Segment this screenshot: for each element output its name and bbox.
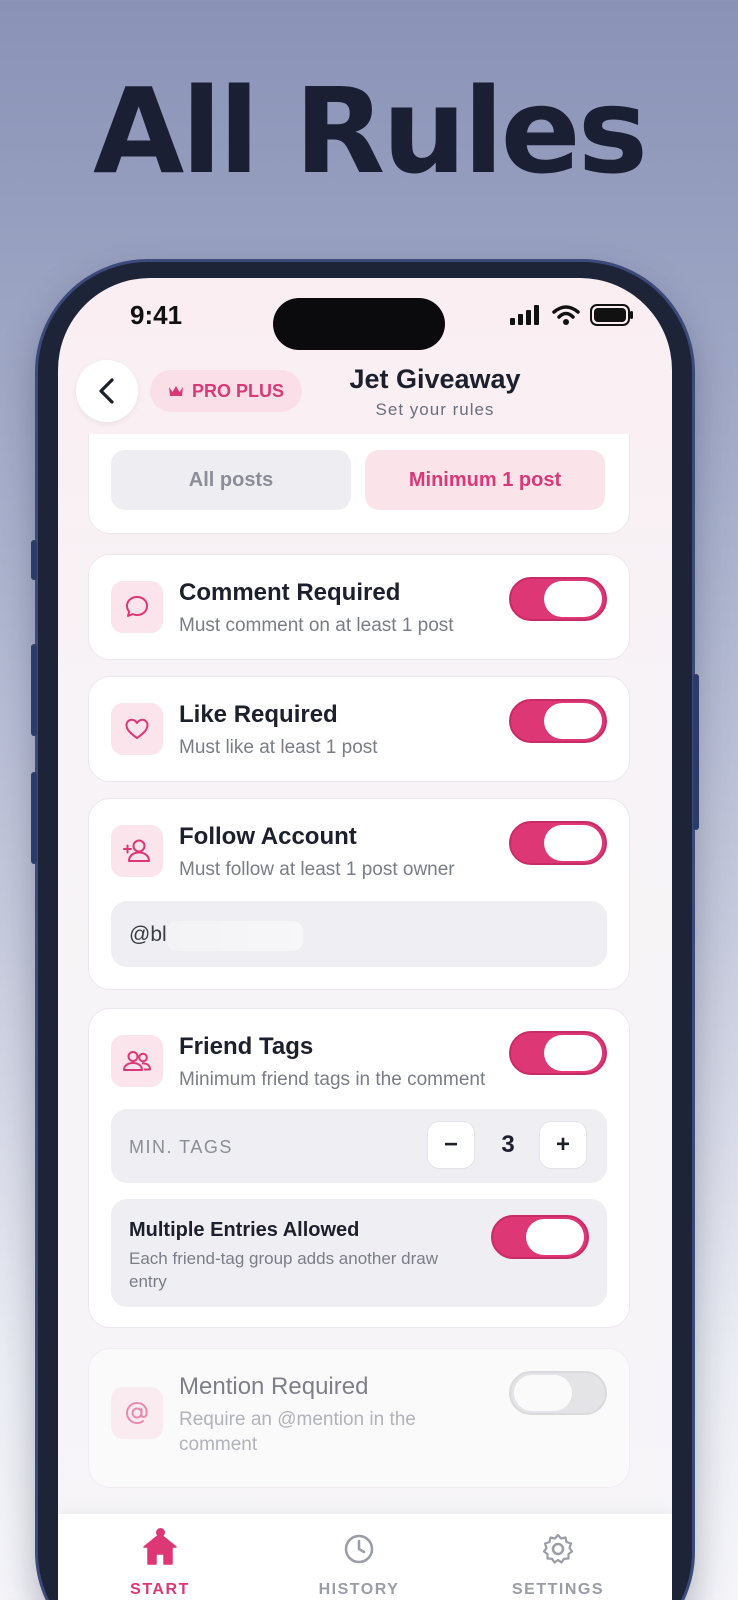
all-posts-option[interactable]: All posts [111, 450, 351, 510]
rule-description: Require an @mention in the comment [179, 1409, 416, 1455]
toggle-knob [544, 703, 602, 739]
min-tags-label: MIN. TAGS [129, 1137, 233, 1157]
nav-start-label: START [130, 1581, 190, 1598]
rule-title: Friend Tags [179, 1033, 314, 1060]
power-button [693, 674, 699, 830]
friend-tags-card: Friend Tags Minimum friend tags in the c… [88, 1008, 630, 1328]
decrement-button[interactable]: − [427, 1121, 475, 1169]
follow-account-card: Follow Account Must follow at least 1 po… [88, 798, 630, 990]
volume-down-button [31, 772, 37, 864]
gear-icon [542, 1533, 574, 1564]
user-plus-icon [123, 839, 150, 862]
comment-icon [126, 596, 148, 617]
page-title: Jet Giveaway [349, 364, 521, 394]
crown-icon [169, 386, 183, 396]
pro-plus-label: PRO PLUS [192, 380, 285, 401]
minimum-1-post-option[interactable]: Minimum 1 post [365, 450, 605, 510]
status-time: 9:41 [130, 300, 183, 330]
wifi-icon [552, 305, 580, 325]
multiple-entries-title: Multiple Entries Allowed [129, 1219, 360, 1241]
min-tags-stepper: MIN. TAGS − 3 + [111, 1109, 607, 1183]
cellular-signal-icon [510, 305, 539, 325]
rule-title: Mention Required [179, 1373, 369, 1400]
users-icon [123, 1051, 151, 1071]
rule-description: Must like at least 1 post [179, 737, 378, 758]
like-required-card: Like Required Must like at least 1 post [88, 676, 630, 782]
account-handle-input[interactable]: @bl [111, 901, 607, 967]
account-handle-value: @bl [129, 923, 167, 946]
comment-icon-box [111, 581, 163, 633]
home-icon [143, 1533, 177, 1565]
page-subtitle: Set your rules [375, 400, 495, 419]
toggle-knob [544, 1035, 602, 1071]
toggle-knob [526, 1219, 584, 1255]
increment-button[interactable]: + [539, 1121, 587, 1169]
like-required-toggle[interactable] [509, 699, 607, 743]
users-icon-box [111, 1035, 163, 1087]
user-plus-icon-box [111, 825, 163, 877]
battery-icon [590, 304, 633, 326]
mention-required-card: Mention Required Require an @mention in … [88, 1348, 630, 1488]
nav-history[interactable]: HISTORY [289, 1532, 429, 1599]
phone-frame: 9:41 PRO PLUS Jet Giveaway Set your rule… [31, 262, 699, 1600]
heart-icon [125, 718, 149, 739]
comment-required-card: Comment Required Must comment on at leas… [88, 554, 630, 660]
at-icon-box [111, 1387, 163, 1439]
rule-title: Follow Account [179, 823, 357, 850]
follow-account-toggle[interactable] [509, 821, 607, 865]
back-button[interactable] [76, 360, 138, 422]
heart-icon-box [111, 703, 163, 755]
volume-up-button [31, 644, 37, 736]
status-icons [510, 304, 634, 326]
rule-title: Like Required [179, 701, 338, 728]
dynamic-island [273, 298, 445, 350]
nav-settings-label: SETTINGS [511, 1581, 604, 1598]
pro-plus-badge[interactable]: PRO PLUS [150, 370, 303, 412]
comment-required-toggle[interactable] [509, 577, 607, 621]
mention-required-toggle[interactable] [509, 1371, 607, 1415]
toggle-knob [544, 825, 602, 861]
handle-redaction [167, 921, 303, 951]
side-button [31, 540, 37, 580]
rule-description: Minimum friend tags in the comment [179, 1069, 486, 1090]
toggle-knob [544, 581, 602, 617]
toggle-knob [514, 1375, 572, 1411]
clock-icon [344, 1534, 374, 1564]
rule-description: Must comment on at least 1 post [179, 615, 454, 636]
friend-tags-toggle[interactable] [509, 1031, 607, 1075]
active-indicator [156, 1528, 165, 1537]
multiple-entries-toggle[interactable] [491, 1215, 589, 1259]
rule-title: Comment Required [179, 579, 401, 606]
multiple-entries-box: Multiple Entries Allowed Each friend-tag… [111, 1199, 607, 1307]
promo-headline: All Rules [93, 62, 648, 200]
bottom-navigation: START HISTORY SETTINGS [58, 1514, 672, 1600]
chevron-left-icon [99, 378, 114, 404]
rule-description: Must follow at least 1 post owner [179, 859, 455, 880]
nav-settings[interactable]: SETTINGS [488, 1532, 628, 1599]
at-sign-icon [125, 1401, 148, 1425]
post-scope-card: All posts Minimum 1 post [88, 434, 630, 534]
multiple-entries-description: Each friend-tag group adds another draw … [129, 1249, 439, 1291]
min-tags-value: 3 [501, 1131, 515, 1158]
app-header: PRO PLUS Jet Giveaway Set your rules [58, 356, 672, 438]
nav-start[interactable]: START [90, 1528, 230, 1599]
app-screen: 9:41 PRO PLUS Jet Giveaway Set your rule… [58, 278, 672, 1600]
nav-history-label: HISTORY [318, 1581, 400, 1598]
